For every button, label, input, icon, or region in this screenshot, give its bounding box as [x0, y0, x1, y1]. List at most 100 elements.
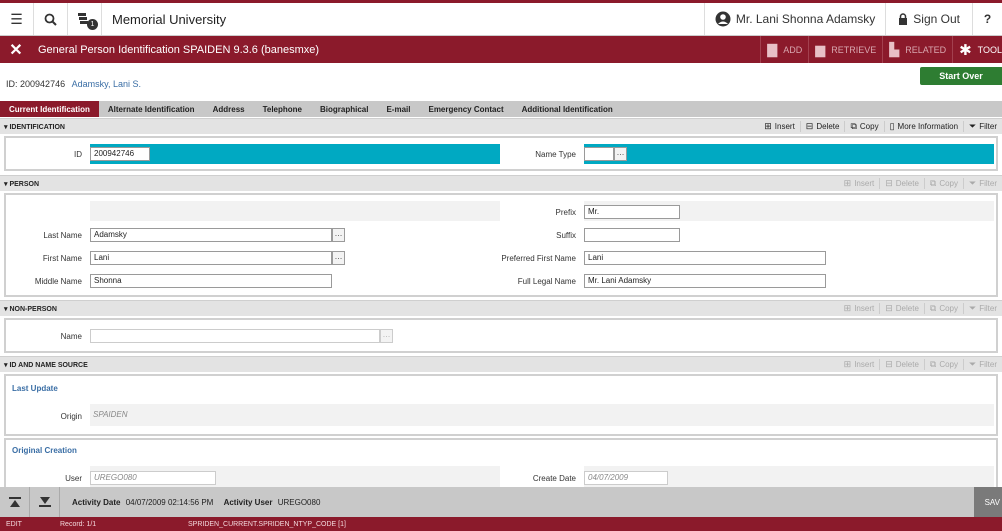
suffix-label: Suffix	[556, 231, 576, 240]
copy-button[interactable]: ⧉ Copy	[923, 303, 963, 314]
user-field[interactable]: UREGO080	[90, 471, 216, 485]
identification-section-title: ▾ IDENTIFICATION	[4, 123, 65, 131]
last-name-field[interactable]: Adamsky	[90, 228, 332, 242]
plus-icon: ⊞	[843, 303, 852, 313]
last-update-heading: Last Update	[12, 384, 58, 393]
tab-email[interactable]: E-mail	[377, 101, 419, 117]
non-person-name-label: Name	[60, 332, 82, 341]
lock-icon	[899, 13, 908, 25]
recent-items-icon[interactable]: 1	[68, 3, 102, 35]
related-label: RELATED	[905, 44, 947, 55]
filter-icon: ⏷	[969, 303, 977, 313]
name-type-label: Name Type	[535, 150, 576, 159]
delete-button[interactable]: ⊟ Delete	[799, 121, 845, 132]
person-section-header[interactable]: ▾ PERSON ⊞ Insert ⊟ Delete ⧉ Copy ⏷ Filter	[0, 175, 1002, 191]
id-field[interactable]: 200942746	[90, 147, 150, 161]
filter-icon: ⏷	[969, 359, 977, 369]
retrieve-button[interactable]: ▆ RETRIEVE	[808, 36, 882, 63]
tab-telephone[interactable]: Telephone	[254, 101, 311, 117]
insert-button[interactable]: ⊞ Insert	[839, 359, 880, 370]
close-page-button[interactable]: ✕	[0, 36, 32, 63]
copy-button[interactable]: ⧉ Copy	[923, 178, 963, 189]
user-label: User	[65, 474, 82, 483]
delete-button[interactable]: ⊟ Delete	[879, 359, 924, 370]
source-section-header[interactable]: ▾ ID AND NAME SOURCE ⊞ Insert ⊟ Delete ⧉ Co…	[0, 356, 1002, 372]
related-button[interactable]: ▙ RELATED	[882, 36, 952, 63]
filter-button[interactable]: ⏷ Filter	[963, 121, 1002, 132]
delete-button[interactable]: ⊟ Delete	[879, 178, 924, 189]
copy-icon: ⧉	[929, 178, 937, 188]
page-title-bar: ✕ General Person Identification SPAIDEN …	[0, 36, 1002, 63]
add-page-icon: ▇	[767, 41, 778, 57]
preferred-first-name-field[interactable]: Lani	[584, 251, 826, 265]
first-name-field[interactable]: Lani	[90, 251, 332, 265]
copy-icon: ⧉	[929, 359, 937, 369]
tab-additional-identification[interactable]: Additional Identification	[513, 101, 622, 117]
id-value: 200942746	[20, 79, 66, 89]
status-field: SPRIDEN_CURRENT.SPRIDEN_NTYP_CODE [1]	[188, 520, 346, 528]
status-record: Record: 1/1	[60, 520, 97, 528]
insert-button[interactable]: ⊞ Insert	[759, 121, 800, 132]
non-person-section-header[interactable]: ▾ NON-PERSON ⊞ Insert ⊟ Delete ⧉ Copy ⏷ Filt…	[0, 300, 1002, 316]
origin-row	[90, 404, 994, 426]
tools-button[interactable]: ✱ TOOL	[952, 36, 1002, 63]
user-menu[interactable]: Mr. Lani Shonna Adamsky	[703, 3, 885, 35]
source-section-title: ▾ ID AND NAME SOURCE	[4, 361, 88, 369]
institution-title: Memorial University	[112, 11, 227, 27]
copy-button[interactable]: ⧉ Copy	[844, 121, 883, 132]
save-button[interactable]: SAV	[974, 487, 1002, 517]
prefix-field[interactable]: Mr.	[584, 205, 680, 219]
retrieve-icon: ▆	[815, 41, 826, 57]
person-toolbar: ⊞ Insert ⊟ Delete ⧉ Copy ⏷ Filter	[839, 178, 1002, 189]
person-name-link[interactable]: Adamsky, Lani S.	[72, 79, 141, 89]
last-record-icon[interactable]	[30, 487, 60, 517]
tab-alternate-identification[interactable]: Alternate Identification	[99, 101, 204, 117]
filter-icon: ⏷	[969, 121, 977, 131]
suffix-field[interactable]	[584, 228, 680, 242]
insert-button[interactable]: ⊞ Insert	[839, 178, 880, 189]
delete-button[interactable]: ⊟ Delete	[879, 303, 924, 314]
tab-biographical[interactable]: Biographical	[311, 101, 377, 117]
tab-address[interactable]: Address	[204, 101, 254, 117]
minus-icon: ⊟	[885, 178, 893, 188]
non-person-section-title: ▾ NON-PERSON	[4, 305, 57, 313]
tab-current-identification[interactable]: Current Identification	[0, 101, 99, 117]
gear-icon: ✱	[959, 41, 972, 59]
non-person-name-lookup-button[interactable]: …	[380, 329, 393, 343]
add-button[interactable]: ▇ ADD	[760, 36, 808, 63]
name-type-lookup-button[interactable]: …	[614, 147, 627, 161]
tab-emergency-contact[interactable]: Emergency Contact	[419, 101, 512, 117]
id-field-label: ID	[74, 150, 82, 159]
copy-button[interactable]: ⧉ Copy	[923, 359, 963, 370]
first-name-lookup-button[interactable]: …	[332, 251, 345, 265]
hamburger-icon[interactable]: ☰	[0, 3, 34, 35]
plus-icon: ⊞	[843, 359, 852, 369]
full-legal-name-field[interactable]: Mr. Lani Adamsky	[584, 274, 826, 288]
source-toolbar: ⊞ Insert ⊟ Delete ⧉ Copy ⏷ Filter	[839, 359, 1002, 370]
person-section-title: ▾ PERSON	[4, 180, 40, 188]
filter-button[interactable]: ⏷ Filter	[963, 303, 1002, 314]
more-information-button[interactable]: ▯ More Information	[883, 121, 963, 132]
insert-button[interactable]: ⊞ Insert	[839, 303, 880, 314]
activity-user-value: UREGO080	[277, 497, 321, 507]
sign-out-button[interactable]: Sign Out	[885, 3, 972, 35]
user-avatar-icon	[715, 11, 731, 27]
minus-icon: ⊟	[885, 303, 893, 313]
non-person-name-field[interactable]	[90, 329, 380, 343]
start-over-button[interactable]: Start Over	[920, 67, 1002, 85]
search-icon[interactable]	[34, 3, 68, 35]
identification-section-header[interactable]: ▾ IDENTIFICATION ⊞ Insert ⊟ Delete ⧉ Copy ▯…	[0, 118, 1002, 134]
last-name-lookup-button[interactable]: …	[332, 228, 345, 242]
name-type-field[interactable]	[584, 147, 614, 161]
filter-button[interactable]: ⏷ Filter	[963, 359, 1002, 370]
middle-name-field[interactable]: Shonna	[90, 274, 332, 288]
filter-button[interactable]: ⏷ Filter	[963, 178, 1002, 189]
minus-icon: ⊟	[885, 359, 893, 369]
identification-toolbar: ⊞ Insert ⊟ Delete ⧉ Copy ▯ More Information …	[759, 121, 1002, 132]
create-date-field[interactable]: 04/07/2009	[584, 471, 668, 485]
activity-date-label: Activity Date	[72, 497, 121, 507]
page-title: General Person Identification SPAIDEN 9.…	[38, 43, 320, 56]
first-record-icon[interactable]	[0, 487, 30, 517]
help-button[interactable]: ?	[972, 3, 1002, 35]
person-empty-row	[90, 201, 500, 221]
